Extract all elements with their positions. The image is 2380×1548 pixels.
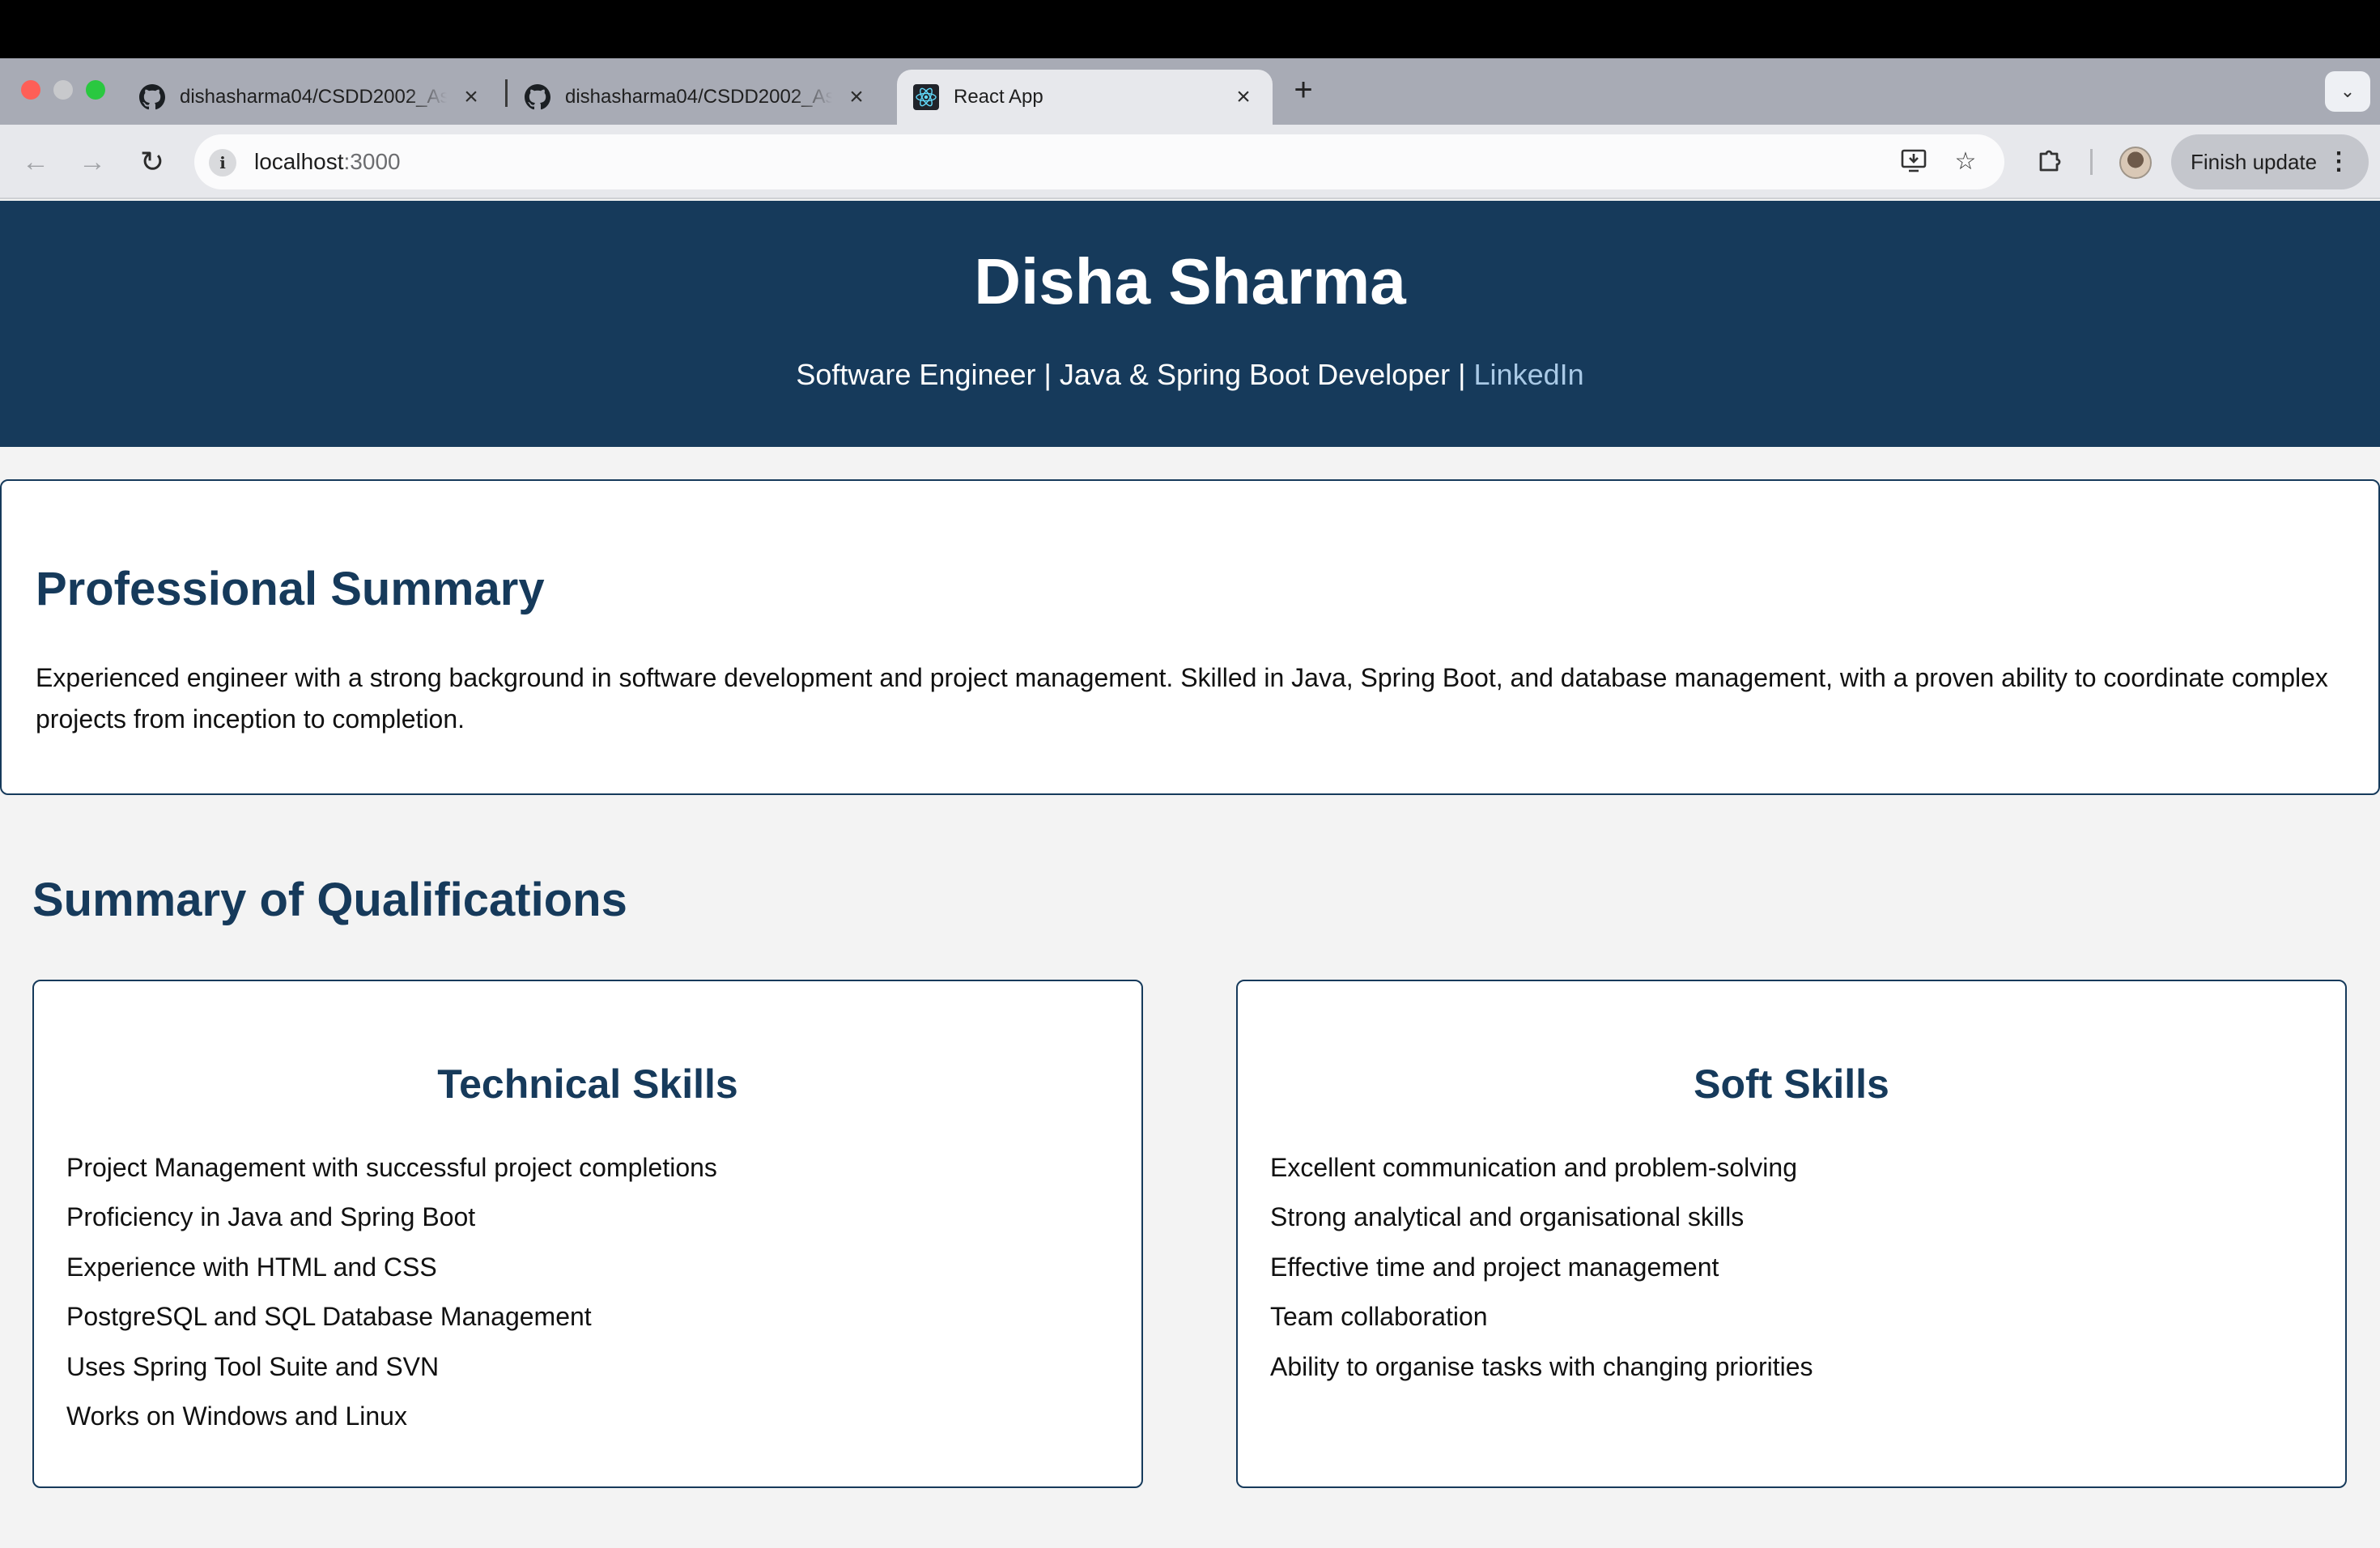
install-app-glyph <box>1901 149 1927 172</box>
technical-skills-list: Project Management with successful proje… <box>66 1143 717 1441</box>
install-app-icon[interactable] <box>1898 146 1930 178</box>
github-icon <box>525 84 550 110</box>
github-icon <box>139 84 165 110</box>
resume-header: Disha Sharma Software Engineer | Java & … <box>0 201 2380 447</box>
close-tab-icon[interactable]: × <box>1230 84 1256 110</box>
more-menu-icon[interactable]: ⋮ <box>2327 134 2351 189</box>
browser-tab-active[interactable]: React App × <box>897 70 1273 125</box>
soft-skills-heading: Soft Skills <box>1694 1061 1889 1107</box>
back-button[interactable]: ← <box>18 144 53 180</box>
soft-skills-list: Excellent communication and problem-solv… <box>1270 1143 1813 1392</box>
list-item: PostgreSQL and SQL Database Management <box>66 1302 592 1332</box>
screen-top-bar <box>0 0 2380 58</box>
list-item: Works on Windows and Linux <box>66 1401 407 1431</box>
linkedin-link[interactable]: LinkedIn <box>1474 358 1584 391</box>
list-item: Team collaboration <box>1270 1302 1488 1332</box>
minimize-window-button[interactable] <box>53 80 73 100</box>
list-item: Experience with HTML and CSS <box>66 1252 437 1282</box>
maximize-window-button[interactable] <box>86 80 105 100</box>
tagline: Software Engineer | Java & Spring Boot D… <box>0 358 2380 392</box>
list-item: Effective time and project management <box>1270 1252 1719 1282</box>
site-info-icon[interactable] <box>209 149 236 176</box>
chevron-down-icon: ⌄ <box>2340 81 2356 101</box>
address-url[interactable]: localhost:3000 <box>254 134 401 189</box>
puzzle-glyph <box>2039 150 2061 172</box>
address-host: localhost <box>254 149 344 174</box>
qualifications-heading: Summary of Qualifications <box>32 874 627 926</box>
close-tab-icon[interactable]: × <box>844 84 869 110</box>
address-bar[interactable]: localhost:3000 ☆ <box>194 134 2004 189</box>
forward-button[interactable]: → <box>74 144 110 180</box>
profile-avatar[interactable] <box>2119 147 2152 179</box>
soft-skills-card: Soft Skills Excellent communication and … <box>1236 980 2347 1488</box>
tab-search-button[interactable]: ⌄ <box>2325 71 2370 112</box>
technical-skills-heading: Technical Skills <box>437 1061 738 1107</box>
list-item: Project Management with successful proje… <box>66 1153 717 1182</box>
list-item: Ability to organise tasks with changing … <box>1270 1351 1813 1381</box>
page-content: Disha Sharma Software Engineer | Java & … <box>0 201 2380 1548</box>
extensions-puzzle-icon[interactable] <box>2032 144 2068 180</box>
list-item: Excellent communication and problem-solv… <box>1270 1153 1797 1182</box>
toolbar-separator <box>2090 149 2093 175</box>
new-tab-button[interactable]: + <box>1287 74 1320 107</box>
bookmark-star-icon[interactable]: ☆ <box>1949 146 1982 178</box>
tab-title: dishasharma04/CSDD2002_Assignment <box>565 86 832 108</box>
tagline-text: Software Engineer | Java & Spring Boot D… <box>796 358 1474 391</box>
close-tab-icon[interactable]: × <box>458 84 484 110</box>
tab-title: React App <box>954 86 1043 108</box>
technical-skills-card: Technical Skills Project Management with… <box>32 980 1143 1488</box>
summary-text: Experienced engineer with a strong backg… <box>36 663 2328 734</box>
browser-tab[interactable]: dishasharma04/CSDD2002_Assignment × <box>508 70 886 125</box>
person-name: Disha Sharma <box>974 245 1406 317</box>
list-item: Proficiency in Java and Spring Boot <box>66 1202 476 1232</box>
browser-tab[interactable]: dishasharma04/CSDD2002_Assignment × <box>123 70 500 125</box>
professional-summary-card: Professional Summary Experienced enginee… <box>0 479 2380 795</box>
list-item: Uses Spring Tool Suite and SVN <box>66 1351 440 1381</box>
react-icon <box>913 84 939 110</box>
close-window-button[interactable] <box>21 80 40 100</box>
address-port: :3000 <box>343 149 401 174</box>
finish-update-button[interactable]: Finish update ⋮ <box>2171 134 2369 189</box>
reload-button[interactable]: ↻ <box>134 144 170 180</box>
finish-update-label: Finish update <box>2191 150 2318 174</box>
tab-separator <box>505 79 508 107</box>
list-item: Strong analytical and organisational ski… <box>1270 1202 1745 1232</box>
tab-title: dishasharma04/CSDD2002_Assignment <box>180 86 447 108</box>
summary-heading: Professional Summary <box>36 563 545 615</box>
